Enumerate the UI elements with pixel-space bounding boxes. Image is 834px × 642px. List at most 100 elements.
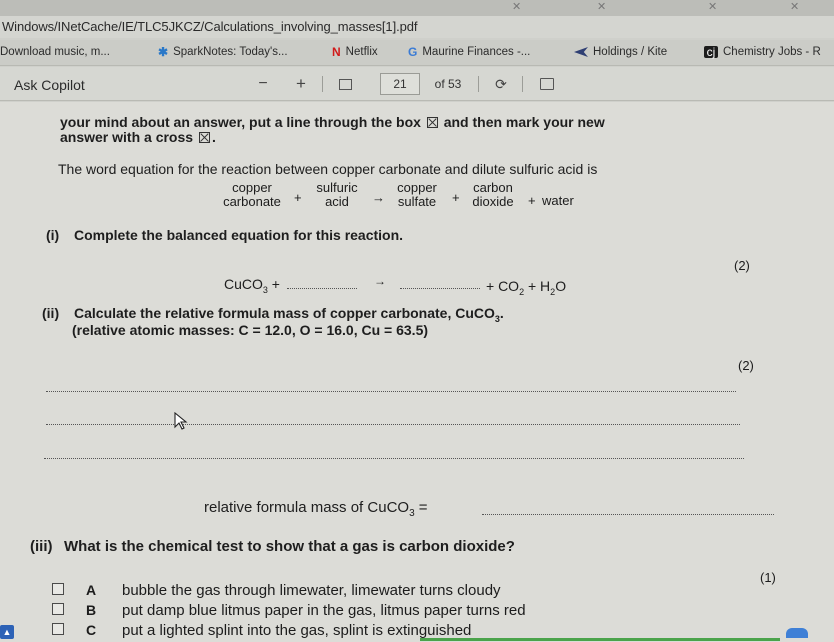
instruction-line-1: your mind about an answer, put a line th…: [60, 114, 421, 130]
rotate-icon: ⟳: [495, 75, 507, 92]
working-line-2[interactable]: [46, 424, 740, 425]
sparknotes-icon: ✱: [158, 45, 169, 59]
page-view-button[interactable]: [536, 73, 558, 95]
question-ii-text-main: Calculate the relative formula mass of c…: [74, 305, 495, 321]
option-b-checkbox[interactable]: [52, 603, 64, 615]
question-i-text: Complete the balanced equation for this …: [74, 227, 404, 243]
instruction-text-2: answer with a cross .: [60, 129, 216, 145]
chemistry-icon: cj: [704, 46, 718, 58]
working-line-3[interactable]: [44, 458, 744, 459]
option-a-text: bubble the gas through limewater, limewa…: [122, 582, 501, 599]
answer-blank-1[interactable]: [287, 288, 357, 289]
bookmarks-bar: Download music, m... ✱ SparkNotes: Today…: [0, 40, 834, 66]
word-equation-intro: The word equation for the reaction betwe…: [58, 161, 598, 177]
taskbar-app-icon[interactable]: ▲: [0, 625, 14, 639]
page-view-icon: [540, 78, 554, 90]
mouse-cursor-icon: [174, 412, 188, 430]
bookmark-label: Chemistry Jobs - R: [723, 46, 821, 58]
word-eq-text: carbon: [473, 180, 513, 195]
taskbar-indicator-icon[interactable]: [786, 628, 808, 638]
fit-page-button[interactable]: [334, 73, 356, 95]
tab-strip: ✕ ✕ ✕ ✕: [0, 0, 834, 16]
word-eq-text: acid: [325, 194, 349, 209]
word-eq-term-water: water: [542, 193, 574, 208]
netflix-icon: N: [332, 45, 341, 59]
word-eq-text: dioxide: [472, 194, 514, 209]
question-ii-text: Calculate the relative formula mass of c…: [74, 305, 504, 324]
bookmark-label: SparkNotes: Today's...: [173, 46, 288, 58]
progress-underline: [420, 638, 780, 641]
word-eq-term-copper-carbonate: copper carbonate: [212, 181, 292, 209]
marks-q1: (2): [734, 258, 750, 273]
pdf-toolbar: Ask Copilot − + 21 of 53 ⟳: [0, 67, 834, 101]
word-eq-text: sulfate: [397, 194, 437, 209]
word-eq-term-copper-sulfate: copper sulfate: [388, 181, 446, 209]
marks-q3: (1): [760, 570, 776, 585]
close-icon[interactable]: ✕: [708, 0, 717, 13]
google-icon: G: [408, 45, 418, 59]
bookmark-chemistry-jobs[interactable]: cj Chemistry Jobs - R: [704, 46, 821, 58]
word-eq-text: copper: [397, 180, 437, 195]
working-line-1[interactable]: [46, 391, 736, 392]
pdf-page: your mind about an answer, put a line th…: [0, 102, 834, 642]
bookmark-sparknotes[interactable]: ✱ SparkNotes: Today's...: [158, 46, 288, 58]
balanced-eq-reactant: CuCO3 +: [224, 276, 280, 295]
option-c-text: put a lighted splint into the gas, splin…: [122, 622, 472, 639]
option-b-text: put damp blue litmus paper in the gas, l…: [122, 602, 526, 619]
ask-copilot-button[interactable]: Ask Copilot: [14, 77, 85, 93]
bookmark-label: Maurine Finances -...: [422, 46, 531, 58]
answer-label-text: relative formula mass of CuCO: [204, 499, 410, 516]
word-eq-text: copper: [232, 180, 272, 195]
instruction-line-1-tail: and then mark your new: [443, 114, 605, 130]
arrow-icon: →: [374, 274, 386, 288]
option-c-checkbox[interactable]: [52, 623, 64, 635]
instruction-text: your mind about an answer, put a line th…: [60, 115, 605, 130]
rotate-button[interactable]: ⟳: [490, 73, 512, 95]
toolbar-divider: [478, 76, 479, 92]
word-eq-term-carbon-dioxide: carbon dioxide: [464, 181, 522, 209]
bookmark-netflix[interactable]: N Netflix: [332, 46, 378, 58]
answer-blank-2[interactable]: [400, 288, 480, 289]
answer-label-tail: =: [414, 499, 428, 516]
word-eq-text: carbonate: [223, 194, 281, 209]
option-a-checkbox[interactable]: [52, 583, 64, 595]
option-b-letter: B: [86, 602, 97, 618]
arrow-icon: →: [372, 190, 385, 205]
close-icon[interactable]: ✕: [512, 0, 521, 13]
relative-atomic-masses: (relative atomic masses: C = 12.0, O = 1…: [72, 322, 429, 338]
zoom-out-button[interactable]: −: [252, 73, 274, 95]
question-iii-text: What is the chemical test to show that a…: [64, 538, 515, 555]
instruction-line-2: answer with a cross: [60, 129, 194, 145]
zoom-in-button[interactable]: +: [290, 73, 312, 95]
toolbar-divider: [522, 76, 523, 92]
relative-formula-mass-label: relative formula mass of CuCO3 =: [204, 499, 428, 519]
toolbar-divider: [322, 76, 323, 92]
question-ii-label: (ii): [42, 305, 60, 321]
bookmark-label: Download music, m...: [0, 46, 110, 58]
bookmark-maurine-finances[interactable]: G Maurine Finances -...: [408, 46, 530, 58]
option-a-letter: A: [86, 582, 97, 598]
option-c-letter: C: [86, 622, 97, 638]
page-total: of 53: [434, 77, 462, 91]
bookmark-kite[interactable]: Holdings / Kite: [574, 46, 667, 58]
bookmark-download-music[interactable]: Download music, m...: [0, 46, 110, 58]
close-icon[interactable]: ✕: [597, 0, 606, 13]
cross-box-icon: [198, 132, 210, 143]
plus-sign: +: [294, 190, 302, 205]
address-url[interactable]: Windows/INetCache/IE/TLC5JKCZ/Calculatio…: [2, 19, 417, 34]
word-eq-text: sulfuric: [316, 180, 358, 195]
question-i-label: (i): [46, 227, 60, 243]
close-icon[interactable]: ✕: [790, 0, 799, 13]
address-bar[interactable]: Windows/INetCache/IE/TLC5JKCZ/Calculatio…: [0, 16, 834, 38]
kite-icon: [574, 47, 588, 57]
page-number-input[interactable]: 21: [380, 73, 420, 95]
bookmark-label: Holdings / Kite: [593, 46, 668, 58]
marks-q2: (2): [738, 358, 754, 373]
plus-sign: +: [452, 190, 460, 205]
question-iii-label: (iii): [30, 538, 53, 555]
word-eq-term-sulfuric-acid: sulfuric acid: [306, 181, 368, 209]
question-ii-text-tail: .: [499, 305, 504, 321]
bookmark-label: Netflix: [345, 46, 378, 58]
answer-blank-relative-mass[interactable]: [482, 514, 774, 515]
balanced-eq-products: + CO2 + H2O: [486, 278, 567, 297]
